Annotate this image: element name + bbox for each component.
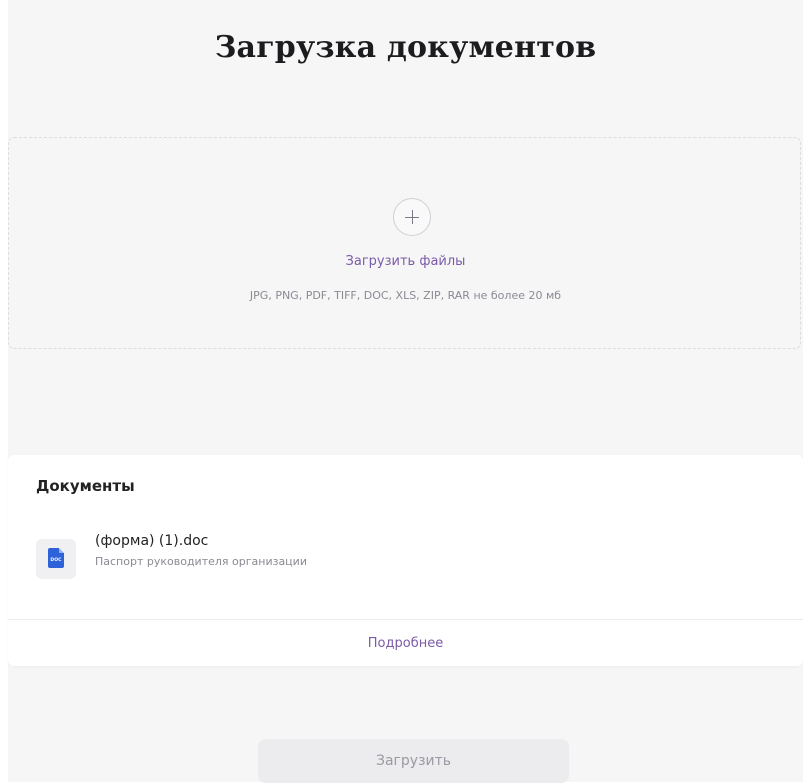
documents-heading: Документы [36,477,135,495]
documents-card: Документы DOC (форма) (1).doc Паспорт ру… [8,455,803,666]
more-details-link[interactable]: Подробнее [8,636,803,651]
submit-upload-button[interactable]: Загрузить [258,739,569,783]
doc-file-icon: DOC [36,539,76,579]
divider [8,619,803,620]
upload-formats-hint: JPG, PNG, PDF, TIFF, DOC, XLS, ZIP, RAR … [249,289,562,302]
document-description: Паспорт руководителя организации [95,555,307,568]
upload-files-link[interactable]: Загрузить файлы [9,254,802,269]
plus-icon[interactable] [393,198,431,236]
upload-dropzone[interactable]: Загрузить файлы JPG, PNG, PDF, TIFF, DOC… [8,137,801,349]
doc-file-icon-label: DOC [50,558,62,563]
document-list-item[interactable]: DOC (форма) (1).doc Паспорт руководителя… [36,531,636,579]
page-title: Загрузка документов [214,30,597,65]
page: Загрузка документов Загрузить файлы JPG,… [8,0,803,783]
document-file-name: (форма) (1).doc [95,533,209,549]
